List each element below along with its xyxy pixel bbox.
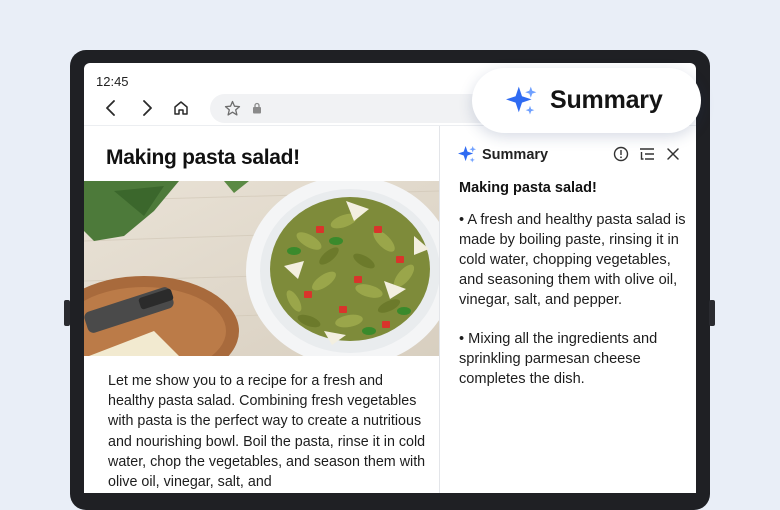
close-icon — [667, 148, 679, 160]
lock-icon — [253, 102, 261, 114]
side-button-left — [64, 300, 70, 326]
home-button[interactable] — [168, 95, 194, 121]
article: Making pasta salad! Let me show you to a… — [84, 126, 439, 493]
chevron-left-icon — [106, 100, 115, 116]
info-button[interactable] — [612, 145, 630, 163]
home-icon — [174, 101, 188, 115]
close-button[interactable] — [664, 145, 682, 163]
star-icon[interactable] — [224, 100, 241, 117]
article-body: Let me show you to a recipe for a fresh … — [108, 373, 426, 491]
status-time: 12:45 — [96, 74, 129, 89]
chevron-right-icon — [143, 100, 152, 116]
list-settings-button[interactable] — [638, 145, 656, 163]
info-icon — [613, 146, 629, 162]
sparkle-icon — [458, 145, 477, 163]
side-button-right — [709, 300, 715, 326]
list-settings-icon — [640, 148, 654, 160]
summary-button-label: Summary — [550, 86, 663, 114]
summary-bullet: • A fresh and healthy pasta salad is mad… — [459, 212, 686, 308]
summary-panel-header: Summary — [458, 145, 548, 164]
back-button[interactable] — [98, 95, 124, 121]
summary-panel: Summary Making pasta salad! • A fresh an… — [440, 126, 696, 493]
article-title: Making pasta salad! — [106, 146, 300, 169]
summary-body: • A fresh and healthy pasta salad is mad… — [459, 210, 691, 408]
summary-article-title: Making pasta salad! — [459, 180, 597, 196]
forward-button[interactable] — [134, 95, 160, 121]
summary-button[interactable]: Summary — [472, 68, 701, 133]
summary-bullet: • Mixing all the ingredients and sprinkl… — [459, 331, 658, 387]
sparkle-icon — [506, 86, 537, 114]
pasta-salad-image — [84, 181, 439, 356]
summary-panel-title: Summary — [482, 146, 549, 163]
summary-panel-tools — [612, 145, 682, 163]
